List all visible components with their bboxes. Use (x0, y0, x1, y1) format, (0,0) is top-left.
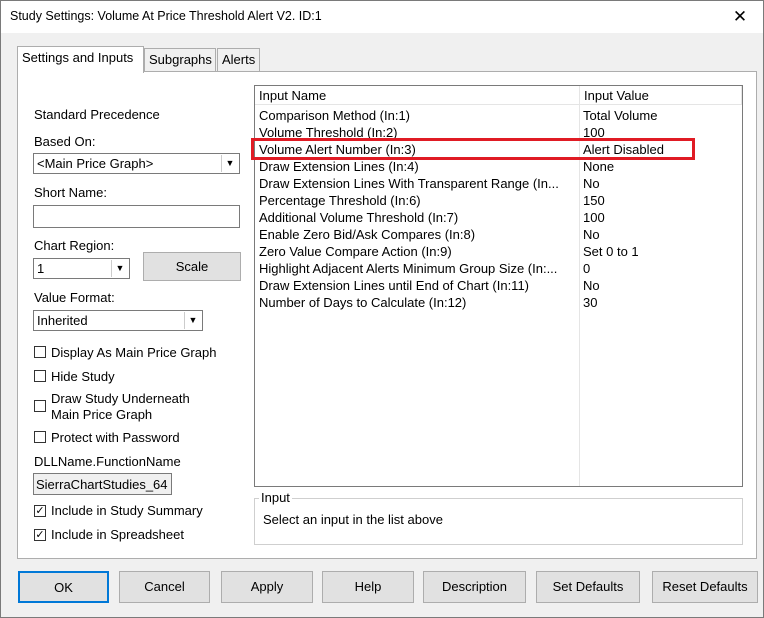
input-value-cell: No (583, 278, 600, 293)
table-row[interactable]: Percentage Threshold (In:6) 150 (255, 192, 742, 209)
input-value-cell: 100 (583, 125, 605, 140)
dll-name-label: DLLName.FunctionName (34, 454, 181, 469)
check-icon: ✓ (35, 529, 45, 541)
description-button[interactable]: Description (423, 571, 526, 603)
table-row[interactable]: Number of Days to Calculate (In:12) 30 (255, 294, 742, 311)
table-row[interactable]: Comparison Method (In:1) Total Volume (255, 107, 742, 124)
chart-region-value: 1 (37, 261, 45, 276)
protect-password-label: Protect with Password (51, 430, 180, 445)
input-value-cell: 30 (583, 295, 598, 310)
check-icon: ✓ (35, 505, 45, 517)
draw-underneath-label-line2: Main Price Graph (51, 407, 153, 422)
title-bar: Study Settings: Volume At Price Threshol… (1, 1, 763, 33)
input-name-cell: Comparison Method (In:1) (259, 108, 411, 123)
help-button[interactable]: Help (322, 571, 414, 603)
table-row[interactable]: Enable Zero Bid/Ask Compares (In:8) No (255, 226, 742, 243)
hide-study-checkbox[interactable] (34, 370, 46, 382)
table-row[interactable]: Draw Extension Lines until End of Chart … (255, 277, 742, 294)
input-name-cell: Draw Extension Lines (In:4) (259, 159, 419, 174)
chart-region-label: Chart Region: (34, 238, 115, 253)
inputs-list-header: Input Name Input Value (255, 86, 742, 105)
input-name-cell: Percentage Threshold (In:6) (259, 193, 421, 208)
table-row[interactable]: Zero Value Compare Action (In:9) Set 0 t… (255, 243, 742, 260)
include-summary-label: Include in Study Summary (51, 503, 203, 518)
value-format-value: Inherited (37, 313, 88, 328)
display-as-main-label: Display As Main Price Graph (51, 345, 217, 360)
draw-underneath-label: Draw Study Underneath (51, 391, 190, 406)
table-row[interactable]: Additional Volume Threshold (In:7) 100 (255, 209, 742, 226)
short-name-label: Short Name: (34, 185, 107, 200)
tab-alerts[interactable]: Alerts (217, 48, 260, 72)
tab-settings-and-inputs[interactable]: Settings and Inputs (17, 46, 144, 73)
standard-precedence-label: Standard Precedence (34, 107, 160, 122)
input-value-cell: 0 (583, 261, 591, 276)
input-name-cell: Additional Volume Threshold (In:7) (259, 210, 459, 225)
input-name-cell: Volume Alert Number (In:3) (259, 142, 416, 157)
based-on-value: <Main Price Graph> (37, 156, 154, 171)
chart-region-select[interactable]: 1 ▼ (33, 258, 130, 279)
value-format-select[interactable]: Inherited ▼ (33, 310, 203, 331)
input-value-cell: No (583, 176, 600, 191)
protect-password-checkbox[interactable] (34, 431, 46, 443)
input-name-cell: Volume Threshold (In:2) (259, 125, 398, 140)
tab-label: Alerts (222, 52, 256, 67)
input-description-text: Select an input in the list above (263, 512, 443, 527)
table-row[interactable]: Volume Alert Number (In:3) Alert Disable… (255, 141, 742, 158)
include-summary-checkbox[interactable]: ✓ (34, 505, 46, 517)
scale-button[interactable]: Scale (143, 252, 241, 281)
apply-button[interactable]: Apply (221, 571, 313, 603)
input-value-cell: No (583, 227, 600, 242)
column-header-input-value[interactable]: Input Value (580, 86, 742, 105)
inputs-list[interactable]: Input Name Input Value Comparison Method… (254, 85, 743, 487)
ok-button[interactable]: OK (18, 571, 109, 603)
reset-defaults-button[interactable]: Reset Defaults (652, 571, 758, 603)
input-value-cell: 150 (583, 193, 605, 208)
dll-name-value: SierraChartStudies_64 (36, 477, 168, 492)
chevron-down-icon[interactable]: ▼ (221, 155, 238, 172)
tab-label: Subgraphs (149, 52, 212, 67)
set-defaults-button[interactable]: Set Defaults (536, 571, 640, 603)
draw-underneath-checkbox[interactable] (34, 400, 46, 412)
based-on-select[interactable]: <Main Price Graph> ▼ (33, 153, 240, 174)
dll-name-field[interactable]: SierraChartStudies_64 (33, 473, 172, 495)
input-value-cell: Alert Disabled (583, 142, 664, 157)
input-name-cell: Draw Extension Lines until End of Chart … (259, 278, 530, 293)
tab-label: Settings and Inputs (22, 50, 134, 65)
cancel-button[interactable]: Cancel (119, 571, 210, 603)
input-name-cell: Highlight Adjacent Alerts Minimum Group … (259, 261, 558, 276)
based-on-label: Based On: (34, 134, 96, 149)
input-description-group: Input Select an input in the list above (254, 490, 743, 545)
input-name-cell: Enable Zero Bid/Ask Compares (In:8) (259, 227, 476, 242)
input-value-cell: Set 0 to 1 (583, 244, 639, 259)
input-group-title: Input (259, 490, 292, 505)
study-settings-dialog: Study Settings: Volume At Price Threshol… (0, 0, 764, 618)
input-name-cell: Draw Extension Lines With Transparent Ra… (259, 176, 559, 191)
table-row[interactable]: Draw Extension Lines (In:4) None (255, 158, 742, 175)
window-title: Study Settings: Volume At Price Threshol… (10, 9, 322, 23)
chevron-down-icon[interactable]: ▼ (184, 312, 201, 329)
table-row[interactable]: Volume Threshold (In:2) 100 (255, 124, 742, 141)
input-value-cell: Total Volume (583, 108, 658, 123)
include-spreadsheet-label: Include in Spreadsheet (51, 527, 184, 542)
display-as-main-checkbox[interactable] (34, 346, 46, 358)
table-row[interactable]: Highlight Adjacent Alerts Minimum Group … (255, 260, 742, 277)
input-value-cell: 100 (583, 210, 605, 225)
close-icon[interactable]: ✕ (717, 1, 763, 32)
table-row[interactable]: Draw Extension Lines With Transparent Ra… (255, 175, 742, 192)
chevron-down-icon[interactable]: ▼ (111, 260, 128, 277)
input-value-cell: None (583, 159, 615, 174)
column-header-input-name[interactable]: Input Name (255, 86, 580, 105)
input-name-cell: Number of Days to Calculate (In:12) (259, 295, 467, 310)
hide-study-label: Hide Study (51, 369, 115, 384)
include-spreadsheet-checkbox[interactable]: ✓ (34, 529, 46, 541)
short-name-input[interactable] (33, 205, 240, 228)
tab-subgraphs[interactable]: Subgraphs (144, 48, 216, 72)
input-name-cell: Zero Value Compare Action (In:9) (259, 244, 452, 259)
value-format-label: Value Format: (34, 290, 115, 305)
